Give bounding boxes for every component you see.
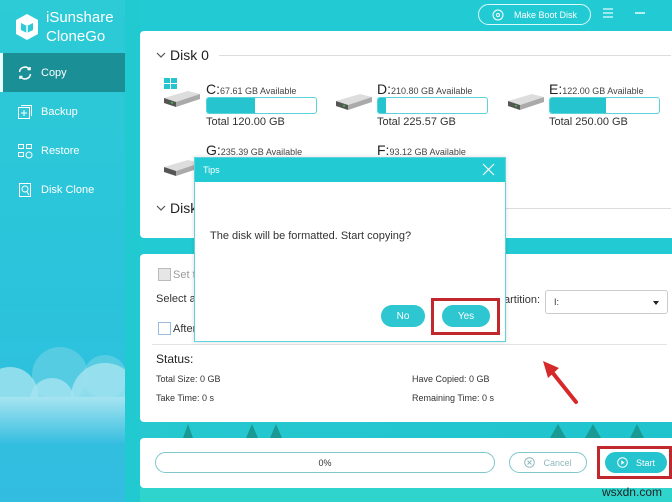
start-highlight-box [597, 446, 672, 479]
have-copied: Have Copied: 0 GB [412, 374, 490, 384]
sidebar-nav: Copy Backup Restore Disk Clone [0, 53, 125, 209]
tree-decoration [183, 424, 193, 438]
sidebar-item-label: Disk Clone [41, 183, 95, 196]
partition-letter: G: [206, 142, 221, 158]
partition-d[interactable]: D:210.80 GB Available Total 225.57 GB [330, 31, 500, 131]
landscape-decoration [140, 422, 672, 438]
copy-sync-icon [16, 64, 34, 82]
partition-available: 235.39 GB Available [220, 147, 303, 157]
set-target-label: Set t [173, 269, 196, 281]
cancel-circle-icon [524, 457, 536, 468]
hamburger-menu-icon[interactable] [600, 6, 616, 20]
sidebar-separator [125, 0, 140, 502]
cancel-button[interactable]: Cancel [509, 452, 587, 473]
partition-total: Total 120.00 GB [206, 116, 285, 128]
disc-icon [492, 9, 504, 20]
tree-decoration [585, 424, 601, 438]
footer-strip [140, 488, 672, 502]
cancel-label: Cancel [543, 457, 572, 468]
sidebar-item-restore[interactable]: Restore [0, 131, 125, 170]
make-boot-disk-label: Make Boot Disk [513, 9, 578, 20]
partition-usage-bar [549, 97, 660, 114]
take-time: Take Time: 0 s [156, 393, 215, 403]
usage-fill [550, 98, 606, 113]
sidebar-item-label: Copy [41, 66, 67, 79]
clonego-logo-icon [16, 14, 38, 40]
usage-fill [207, 98, 255, 113]
no-button[interactable]: No [381, 305, 425, 327]
restore-icon [16, 142, 34, 160]
app-name-line1: iSunshare [46, 9, 114, 26]
partition-available: 122.00 GB Available [562, 86, 644, 96]
partition-usage-bar [206, 97, 317, 114]
partition-total: Total 225.57 GB [377, 116, 456, 128]
partition-usage-bar [377, 97, 488, 114]
dialog-message: The disk will be formatted. Start copyin… [210, 230, 412, 242]
remaining-time: Remaining Time: 0 s [412, 393, 495, 403]
partition-total: Total 250.00 GB [549, 116, 628, 128]
partition-e[interactable]: E:122.00 GB Available Total 250.00 GB [500, 31, 672, 131]
sidebar-item-copy[interactable]: Copy [0, 53, 125, 92]
disk-clone-icon [16, 181, 34, 199]
partition-available: 67.61 GB Available [220, 86, 297, 96]
yes-highlight-box [431, 298, 500, 335]
dialog-titlebar: Tips [195, 158, 505, 182]
partition-letter: D: [377, 81, 391, 97]
app-name-line2: CloneGo [46, 28, 106, 45]
partition-c[interactable]: C:67.61 GB Available Total 120.00 GB [140, 31, 320, 131]
partition-letter: F: [377, 142, 390, 158]
tree-decoration [550, 424, 566, 438]
make-boot-disk-button[interactable]: Make Boot Disk [478, 4, 591, 25]
backup-icon [16, 103, 34, 121]
partition-available: 210.80 GB Available [391, 86, 473, 96]
sidebar-item-label: Backup [41, 105, 78, 118]
partition-available: 93.12 GB Available [389, 147, 466, 157]
annotation-arrow-icon [543, 361, 578, 404]
partition-letter: C: [206, 81, 220, 97]
close-icon[interactable] [482, 163, 495, 176]
copy-progress-bar: 0% [155, 452, 495, 473]
sidebar-item-backup[interactable]: Backup [0, 92, 125, 131]
no-label: No [396, 310, 410, 322]
app-logo: iSunshare CloneGo [14, 8, 114, 46]
progress-label: 0% [318, 457, 332, 468]
tree-decoration [246, 424, 258, 438]
sidebar: iSunshare CloneGo Copy Backup Restore Di… [0, 0, 125, 502]
status-title: Status: [156, 352, 194, 366]
total-size: Total Size: 0 GB [156, 374, 221, 384]
partition-label: artition: [504, 294, 541, 306]
dialog-title: Tips [203, 165, 220, 175]
select-label: Select a [156, 293, 196, 305]
after-checkbox[interactable] [158, 322, 171, 335]
after-label: After [173, 323, 197, 335]
usage-fill [378, 98, 386, 113]
hard-drive-icon [336, 94, 372, 110]
hard-drive-icon [508, 94, 544, 110]
sidebar-item-disk-clone[interactable]: Disk Clone [0, 170, 125, 209]
watermark: wsxdn.com [601, 485, 662, 499]
partition-letter: E: [549, 81, 563, 97]
sidebar-item-label: Restore [41, 144, 80, 157]
tree-decoration [630, 424, 644, 438]
clouds-decoration [0, 347, 125, 445]
set-target-checkbox[interactable] [158, 268, 171, 281]
bottom-bar: 0% Cancel Start [140, 438, 672, 488]
dropdown-caret-icon [653, 301, 659, 305]
divider [152, 344, 667, 345]
windows-drive-icon [164, 78, 200, 107]
tree-decoration [270, 424, 282, 438]
top-bar: Make Boot Disk [140, 0, 672, 30]
target-partition-select[interactable]: I: [545, 290, 668, 314]
chevron-down-icon [156, 205, 166, 211]
target-partition-value: I: [554, 297, 560, 307]
minimize-icon[interactable] [632, 6, 648, 20]
